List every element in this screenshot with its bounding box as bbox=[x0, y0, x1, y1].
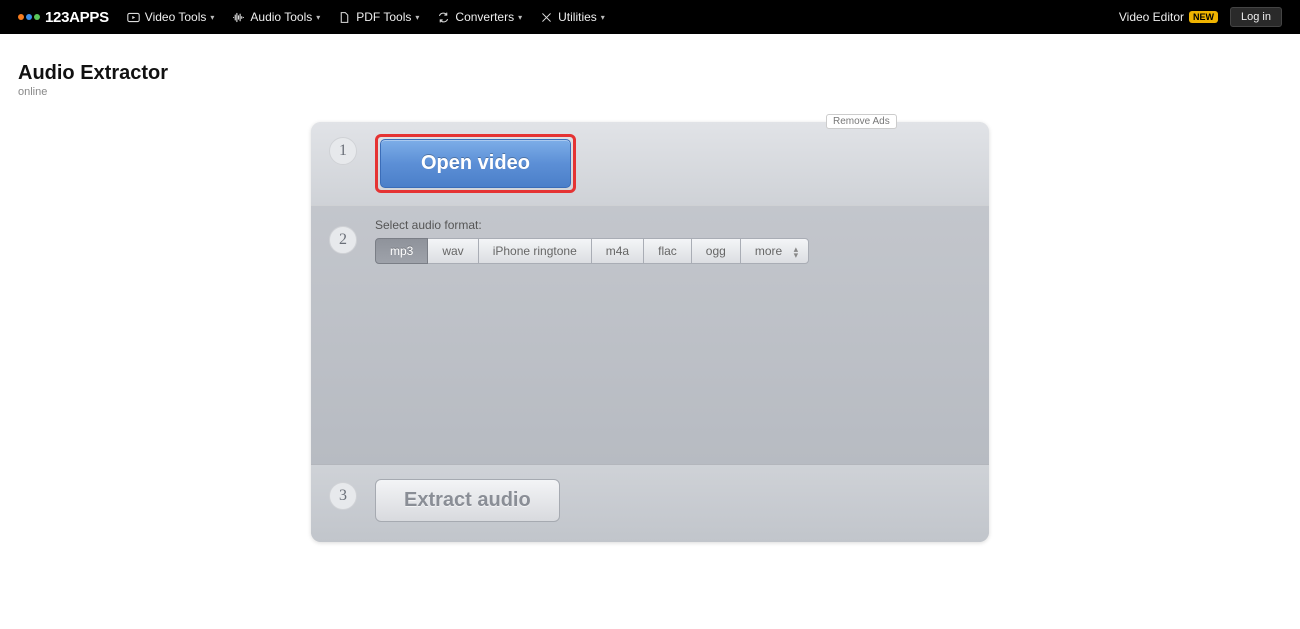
nav-video-tools[interactable]: Video Tools ▾ bbox=[127, 10, 215, 24]
nav-converters[interactable]: Converters ▾ bbox=[437, 10, 522, 24]
chevron-down-icon: ▾ bbox=[415, 13, 419, 22]
format-more[interactable]: more ▴▾ bbox=[740, 238, 809, 264]
nav-label: PDF Tools bbox=[356, 10, 411, 24]
step-2: 2 Select audio format: mp3 wav iPhone ri… bbox=[311, 206, 989, 465]
logo-dots-icon bbox=[18, 14, 40, 20]
format-more-label: more bbox=[755, 244, 782, 258]
logo[interactable]: 123APPS bbox=[18, 9, 109, 26]
format-ogg[interactable]: ogg bbox=[691, 238, 741, 264]
nav-label: Utilities bbox=[558, 10, 597, 24]
step-number-3: 3 bbox=[329, 482, 357, 510]
login-button[interactable]: Log in bbox=[1230, 7, 1282, 27]
step-3: 3 Extract audio bbox=[311, 465, 989, 542]
format-label: Select audio format: bbox=[375, 218, 809, 232]
format-buttons: mp3 wav iPhone ringtone m4a flac ogg mor… bbox=[375, 238, 809, 264]
nav-label: Audio Tools bbox=[250, 10, 312, 24]
updown-icon: ▴▾ bbox=[794, 246, 799, 258]
header-left: 123APPS Video Tools ▾ Audio Tools ▾ PDF … bbox=[18, 9, 605, 26]
nav-pdf-tools[interactable]: PDF Tools ▾ bbox=[338, 10, 419, 24]
waveform-icon bbox=[232, 11, 245, 24]
format-iphone-ringtone[interactable]: iPhone ringtone bbox=[478, 238, 592, 264]
nav-label: Converters bbox=[455, 10, 514, 24]
main-header: 123APPS Video Tools ▾ Audio Tools ▾ PDF … bbox=[0, 0, 1300, 34]
nav-utilities[interactable]: Utilities ▾ bbox=[540, 10, 605, 24]
page-subtitle: online bbox=[18, 86, 1282, 98]
new-badge: NEW bbox=[1189, 11, 1218, 23]
nav-audio-tools[interactable]: Audio Tools ▾ bbox=[232, 10, 320, 24]
step-1: 1 Open video bbox=[311, 122, 989, 206]
chevron-down-icon: ▾ bbox=[518, 13, 522, 22]
page-title: Audio Extractor bbox=[18, 62, 1282, 85]
chevron-down-icon: ▾ bbox=[601, 13, 605, 22]
video-editor-link[interactable]: Video Editor NEW bbox=[1119, 10, 1218, 24]
format-wav[interactable]: wav bbox=[427, 238, 478, 264]
format-flac[interactable]: flac bbox=[643, 238, 692, 264]
play-icon bbox=[127, 11, 140, 24]
step-number-2: 2 bbox=[329, 226, 357, 254]
format-m4a[interactable]: m4a bbox=[591, 238, 644, 264]
open-video-button[interactable]: Open video bbox=[380, 139, 571, 188]
main-area: Remove Ads 1 Open video 2 Select audio f… bbox=[0, 122, 1300, 542]
remove-ads-link[interactable]: Remove Ads bbox=[826, 114, 897, 129]
brand-name: 123APPS bbox=[45, 9, 109, 26]
format-mp3[interactable]: mp3 bbox=[375, 238, 428, 264]
open-video-highlight: Open video bbox=[375, 134, 576, 193]
chevron-down-icon: ▾ bbox=[316, 13, 320, 22]
page-heading: Audio Extractor online bbox=[0, 34, 1300, 104]
extractor-panel: 1 Open video 2 Select audio format: mp3 … bbox=[311, 122, 989, 542]
chevron-down-icon: ▾ bbox=[210, 13, 214, 22]
format-section: Select audio format: mp3 wav iPhone ring… bbox=[375, 218, 809, 264]
tools-icon bbox=[540, 11, 553, 24]
convert-icon bbox=[437, 11, 450, 24]
nav-label: Video Tools bbox=[145, 10, 207, 24]
extract-audio-button[interactable]: Extract audio bbox=[375, 479, 560, 522]
video-editor-label: Video Editor bbox=[1119, 10, 1184, 24]
step-number-1: 1 bbox=[329, 137, 357, 165]
header-right: Video Editor NEW Log in bbox=[1119, 7, 1282, 27]
document-icon bbox=[338, 11, 351, 24]
